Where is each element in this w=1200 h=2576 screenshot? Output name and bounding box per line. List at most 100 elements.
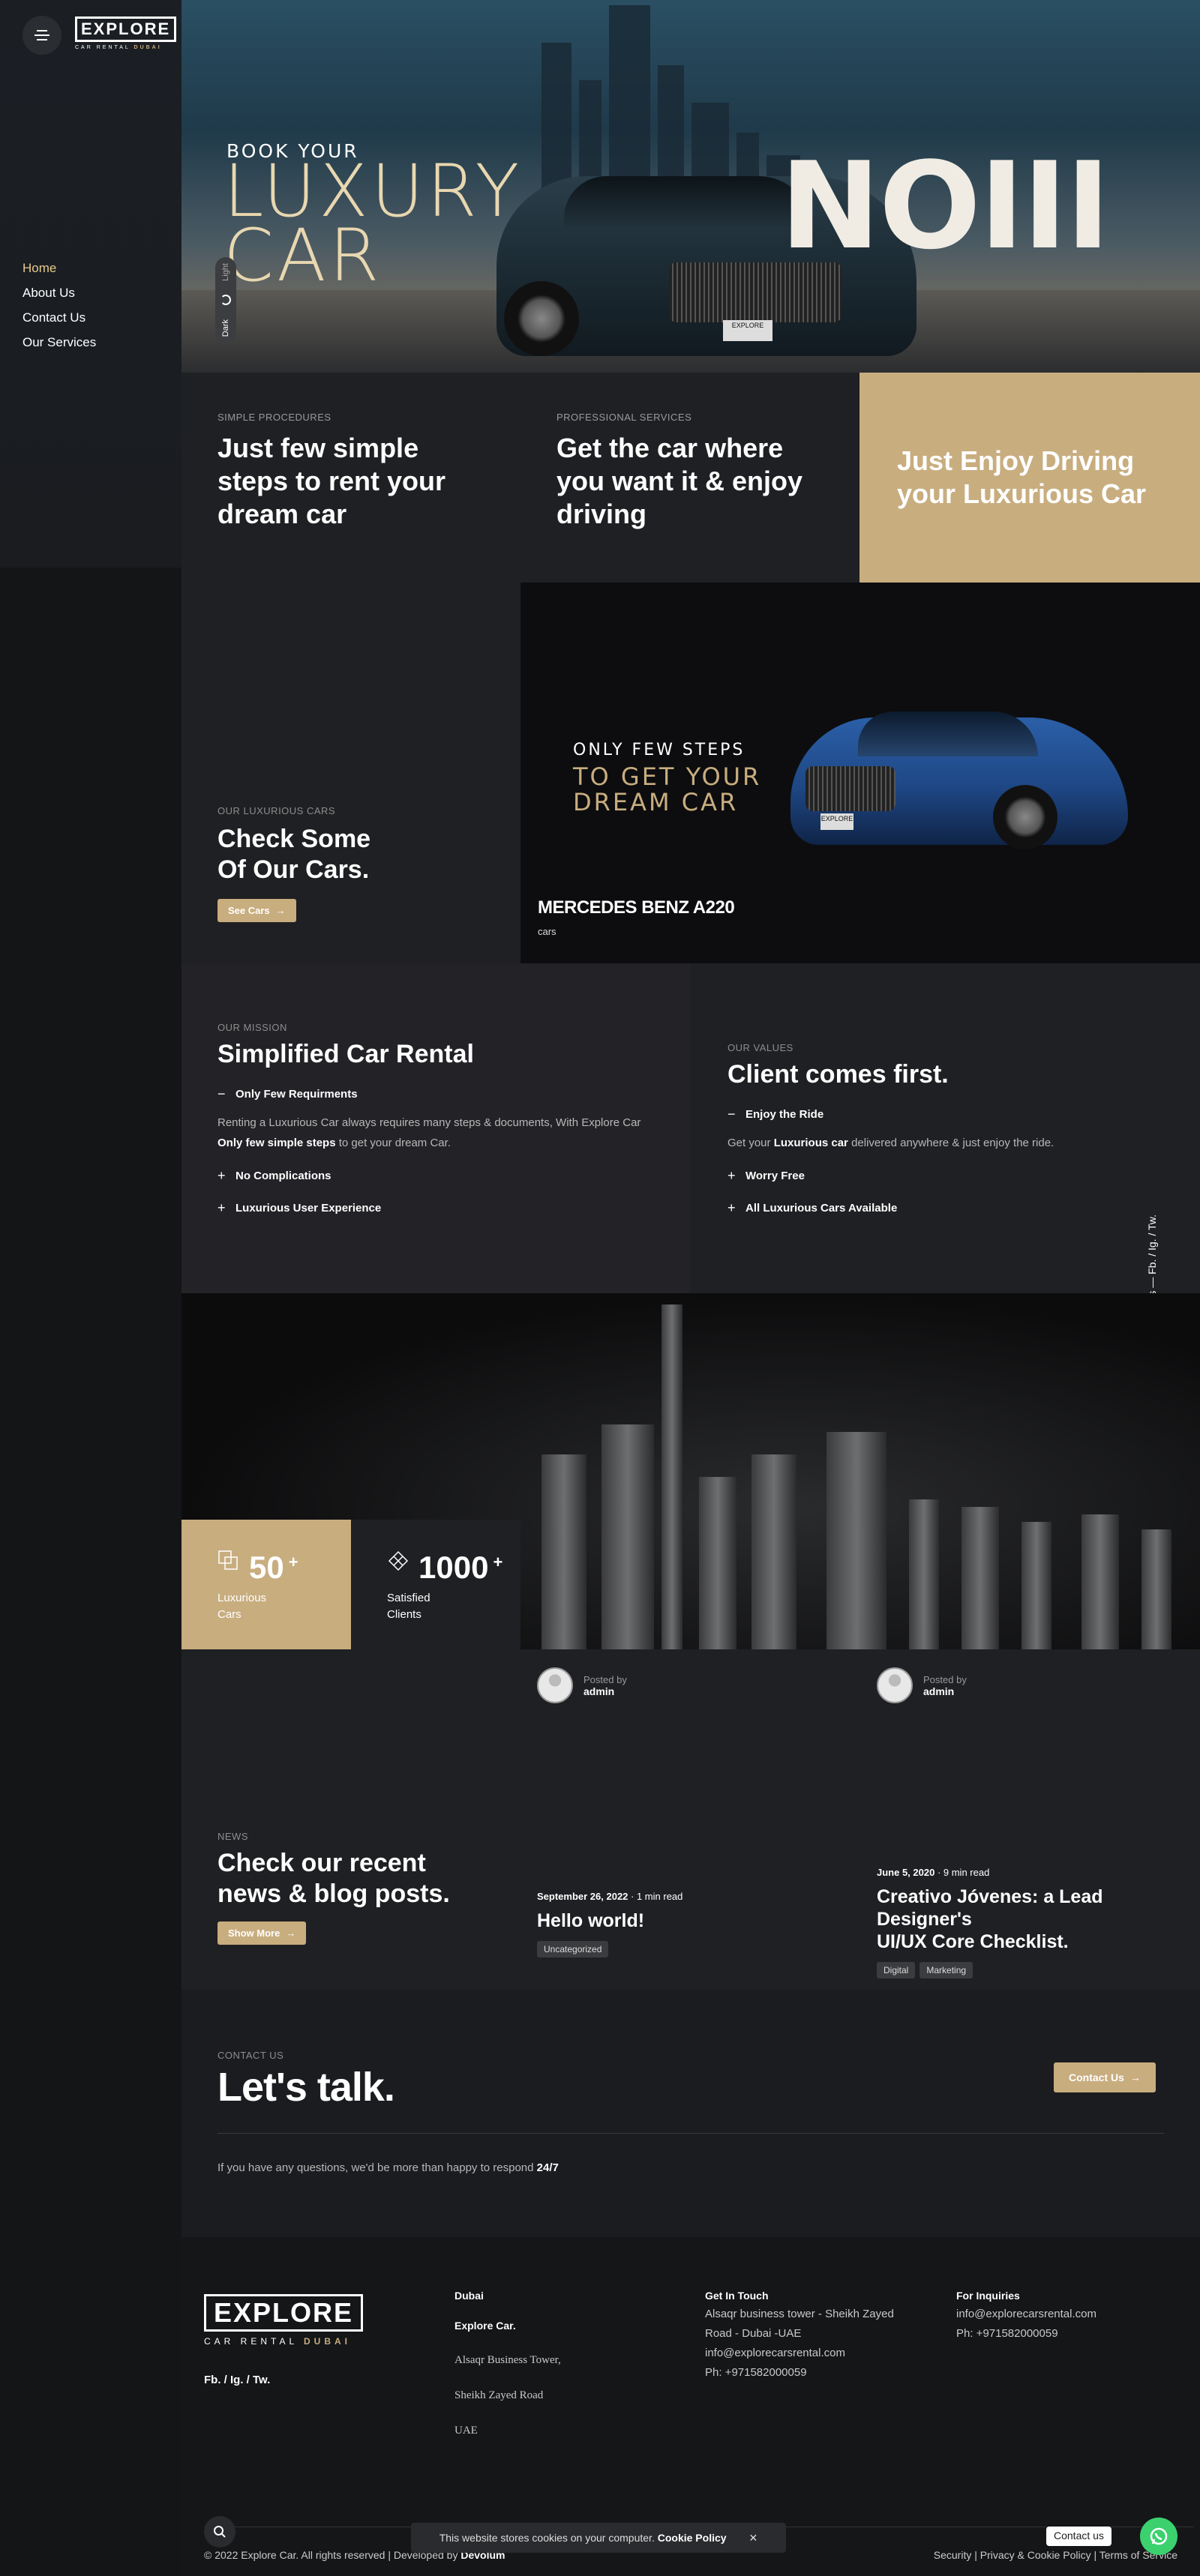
cookie-message: This website stores cookies on your comp… bbox=[439, 2532, 658, 2544]
accordion-item-label: Worry Free bbox=[746, 1170, 805, 1182]
contact-note-text: If you have any questions, we'd be more … bbox=[218, 2161, 537, 2174]
cookie-policy-link[interactable]: Cookie Policy bbox=[658, 2532, 727, 2544]
post-date: June 5, 2020 · 9 min read bbox=[877, 1867, 1192, 1878]
footer-col-head: For Inquiries bbox=[956, 2290, 1020, 2302]
logo-tagline: CAR RENTAL DUBAI bbox=[75, 45, 176, 50]
gold-cta-text: Just Enjoy Driving your Luxurious Car bbox=[897, 445, 1147, 509]
step-card-1: SIMPLE PROCEDURES Just few simple steps … bbox=[218, 373, 495, 583]
car-name[interactable]: MERCEDES BENZ A220 bbox=[538, 897, 735, 918]
step-eyebrow: SIMPLE PROCEDURES bbox=[218, 412, 332, 423]
car-wheel bbox=[504, 281, 579, 356]
legal-links[interactable]: Security | Privacy & Cookie Policy | Ter… bbox=[914, 2549, 1178, 2561]
contact-us-button[interactable]: Contact Us → bbox=[1054, 2062, 1156, 2092]
menu-toggle-button[interactable] bbox=[22, 16, 62, 55]
stat-value: 1000 bbox=[418, 1550, 489, 1585]
theme-light-label: Light bbox=[221, 263, 230, 281]
mission-eyebrow: OUR MISSION bbox=[218, 1022, 287, 1033]
see-cars-button[interactable]: See Cars → bbox=[218, 899, 296, 922]
skyline-building bbox=[542, 1454, 586, 1649]
nav-our-services[interactable]: Our Services bbox=[22, 335, 96, 350]
post-card-1[interactable]: September 26, 2022 · 1 min read Hello wo… bbox=[537, 1891, 852, 1957]
logo-tagline-prefix: CAR RENTAL bbox=[204, 2336, 304, 2347]
footer-col-head: Dubai bbox=[454, 2290, 484, 2302]
divider bbox=[218, 2133, 1164, 2134]
post-author-name: admin bbox=[584, 1685, 615, 1697]
theme-toggle[interactable]: Light Dark bbox=[215, 257, 236, 343]
nav-about-us[interactable]: About Us bbox=[22, 286, 96, 301]
skyline-building bbox=[826, 1432, 886, 1649]
skyline-building bbox=[1142, 1529, 1172, 1649]
mission-paragraph-part2: to get your dream Car. bbox=[335, 1137, 451, 1149]
accordion-item[interactable]: + No Complications bbox=[218, 1168, 660, 1184]
step-eyebrow: PROFESSIONAL SERVICES bbox=[556, 412, 692, 423]
cars-intro-content: OUR LUXURIOUS CARS Check Some Of Our Car… bbox=[218, 805, 370, 922]
post-date-value: September 26, 2022 bbox=[537, 1891, 628, 1902]
contact-eyebrow: CONTACT US bbox=[218, 2050, 284, 2061]
mission-paragraph: Renting a Luxurious Car always requires … bbox=[218, 1113, 660, 1153]
footer-phone[interactable]: Ph: +971582000059 bbox=[705, 2363, 930, 2383]
main-nav: Home About Us Contact Us Our Services bbox=[22, 261, 96, 360]
footer-col-inquiries: For Inquiries info@explorecarsrental.com… bbox=[956, 2290, 1181, 2344]
post-tags: Uncategorized bbox=[537, 1941, 852, 1957]
post-title[interactable]: Hello world! bbox=[537, 1910, 852, 1932]
footer-company: Explore Car. bbox=[454, 2320, 516, 2332]
minus-icon: − bbox=[728, 1107, 736, 1122]
header-logo[interactable]: EXPLORE CAR RENTAL DUBAI bbox=[75, 16, 177, 50]
promo-small: ONLY FEW STEPS bbox=[573, 741, 746, 759]
post-date-value: June 5, 2020 bbox=[877, 1867, 935, 1878]
nav-contact-us[interactable]: Contact Us bbox=[22, 310, 96, 325]
post-author-2[interactable]: Posted by admin bbox=[877, 1667, 967, 1703]
post-title-line2: UI/UX Core Checklist. bbox=[877, 1931, 1069, 1952]
accordion-item[interactable]: + Worry Free bbox=[728, 1168, 1148, 1184]
minus-icon: − bbox=[218, 1086, 226, 1101]
cars-title-line2: Of Our Cars. bbox=[218, 855, 370, 884]
car-feature-card[interactable]: ONLY FEW STEPS TO GET YOUR DREAM CAR EXP… bbox=[520, 583, 1200, 963]
footer-address-line: Alsaqr Business Tower, bbox=[454, 2354, 561, 2366]
tag[interactable]: Marketing bbox=[920, 1962, 974, 1978]
mission-section: OUR MISSION Simplified Car Rental − Only … bbox=[182, 963, 690, 1293]
hamburger-icon bbox=[34, 30, 50, 40]
post-card-2[interactable]: June 5, 2020 · 9 min read Creativo Jóven… bbox=[877, 1867, 1192, 1978]
footer-email[interactable]: info@explorecarsrental.com bbox=[956, 2305, 1181, 2324]
tag[interactable]: Uncategorized bbox=[537, 1941, 609, 1957]
accordion-item[interactable]: + Luxurious User Experience bbox=[218, 1200, 660, 1216]
diamond-icon bbox=[388, 1550, 409, 1571]
whatsapp-button[interactable] bbox=[1140, 2518, 1178, 2555]
show-more-button[interactable]: Show More → bbox=[218, 1922, 307, 1945]
car-category[interactable]: cars bbox=[538, 926, 734, 937]
nav-home[interactable]: Home bbox=[22, 261, 96, 276]
tag[interactable]: Digital bbox=[877, 1962, 916, 1978]
footer-phone[interactable]: Ph: +971582000059 bbox=[956, 2324, 1181, 2344]
whatsapp-label[interactable]: Contact us bbox=[1046, 2527, 1112, 2546]
stat-label: Luxurious Cars bbox=[218, 1590, 351, 1623]
stat-card-clients: 1000 + Satisfied Clients bbox=[351, 1520, 520, 1649]
accordion-item-label: All Luxurious Cars Available bbox=[746, 1202, 898, 1215]
skyline-building bbox=[962, 1507, 999, 1649]
avatar bbox=[537, 1667, 573, 1703]
cars-eyebrow: OUR LUXURIOUS CARS bbox=[218, 805, 336, 816]
step-card-2: PROFESSIONAL SERVICES Get the car where … bbox=[556, 373, 834, 583]
car-wheel bbox=[993, 785, 1058, 849]
post-title[interactable]: Creativo Jóvenes: a Lead Designer's UI/UX… bbox=[877, 1886, 1192, 1953]
post-author-1[interactable]: Posted by admin bbox=[537, 1667, 627, 1703]
accordion-item-open[interactable]: − Only Few Requirments bbox=[218, 1086, 660, 1102]
footer-social-links[interactable]: Fb. / Ig. / Tw. bbox=[204, 2374, 270, 2386]
footer-address-line1: Alsaqr business tower - Sheikh Zayed bbox=[705, 2308, 894, 2320]
values-content: OUR VALUES Client comes first. − Enjoy th… bbox=[728, 1042, 1148, 1216]
plus-icon: + bbox=[728, 1168, 736, 1183]
accordion-item[interactable]: + All Luxurious Cars Available bbox=[728, 1200, 1148, 1216]
stat-label-line2: Cars bbox=[218, 1608, 242, 1621]
skyline-building bbox=[662, 1304, 682, 1649]
close-icon[interactable]: ✕ bbox=[749, 2532, 758, 2545]
footer-email[interactable]: info@explorecarsrental.com bbox=[705, 2344, 930, 2363]
footer-logo[interactable]: EXPLORE CAR RENTAL DUBAI bbox=[204, 2294, 364, 2347]
footer-col-head: Get In Touch bbox=[705, 2290, 769, 2302]
contact-us-label: Contact Us bbox=[1069, 2071, 1124, 2083]
logo-wordmark: EXPLORE bbox=[75, 16, 177, 42]
contact-heading: CONTACT US Let's talk. bbox=[218, 2050, 395, 2110]
logo-tagline-city: DUBAI bbox=[134, 45, 162, 50]
logo-tagline-prefix: CAR RENTAL bbox=[75, 45, 134, 50]
cookie-banner: This website stores cookies on your comp… bbox=[411, 2523, 786, 2553]
accordion-item-open[interactable]: − Enjoy the Ride bbox=[728, 1107, 1148, 1122]
search-button[interactable] bbox=[204, 2516, 236, 2548]
